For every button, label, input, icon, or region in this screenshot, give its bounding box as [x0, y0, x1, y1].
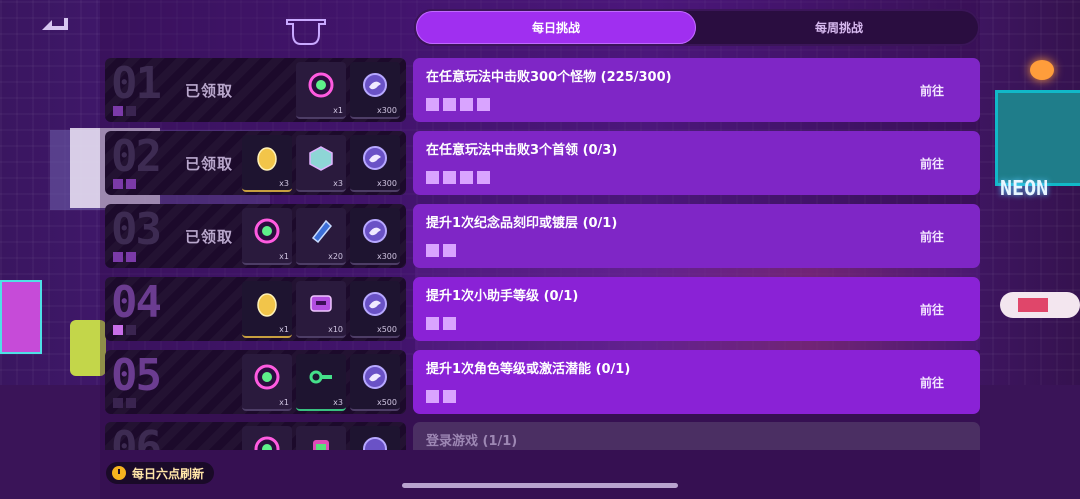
claimed-label: 已领取 — [185, 228, 234, 246]
hanger-ornament-left — [286, 19, 326, 45]
claimed-label: 已领取 — [185, 82, 234, 100]
reward-panel: 03 已领取 x1 x20 x300 — [105, 204, 406, 268]
reward-slot[interactable]: x3 — [296, 135, 346, 192]
go-button[interactable]: 前往 — [920, 155, 944, 172]
target-chip-icon — [308, 72, 334, 98]
go-button[interactable]: 前往 — [920, 228, 944, 245]
refresh-timer-badge: 每日六点刷新 — [106, 462, 215, 484]
reward-slot[interactable]: x1 — [296, 62, 346, 119]
duck-coin-icon — [363, 365, 387, 389]
reward-slot[interactable]: x3 — [242, 135, 292, 192]
row-number: 04 — [111, 277, 162, 328]
task-panel: 提升1次小助手等级 (0/1) 前往 — [413, 277, 980, 341]
reward-slot[interactable]: x1 — [242, 208, 292, 265]
reward-slot[interactable]: x1 — [242, 281, 292, 338]
duck-coin-icon — [363, 292, 387, 316]
reward-slot[interactable]: x20 — [296, 208, 346, 265]
target-chip-icon — [254, 218, 280, 244]
target-chip-icon — [254, 436, 280, 450]
reward-slot[interactable]: x3 — [296, 354, 346, 411]
challenge-row: 05 x1 x3 x500 提升1次角色等级或激活潜能 (0/1) 前往 — [105, 350, 980, 414]
reward-slot[interactable]: x10 — [296, 281, 346, 338]
task-title: 在任意玩法中击败300个怪物 (225/300) — [426, 70, 672, 85]
reward-panel: 04 x1 x10 x500 — [105, 277, 406, 341]
blue-shard-icon — [311, 219, 333, 244]
green-key-icon — [309, 370, 332, 384]
reward-slot[interactable]: x500 — [350, 354, 400, 411]
crystal-cube-icon — [309, 146, 333, 171]
challenge-row: 03 已领取 x1 x20 x300 提升1次纪念品刻印或镀层 (0/1) 前往 — [105, 204, 980, 268]
home-indicator[interactable] — [402, 483, 678, 488]
tab-daily[interactable]: 每日挑战 — [416, 11, 696, 44]
green-skull-icon — [313, 440, 329, 450]
reward-slot[interactable]: x300 — [350, 208, 400, 265]
tab-weekly[interactable]: 每周挑战 — [699, 11, 979, 44]
challenge-row: 02 已领取 x3 x3 x300 在任意玩法中击败3个首领 (0/3) 前往 — [105, 131, 980, 195]
task-panel: 提升1次角色等级或激活潜能 (0/1) 前往 — [413, 350, 980, 414]
fish-decoration — [1000, 292, 1080, 318]
row-number: 03 — [111, 204, 162, 255]
clock-icon — [112, 466, 126, 480]
task-title: 提升1次角色等级或激活潜能 (0/1) — [426, 362, 631, 377]
challenge-row: 04 x1 x10 x500 提升1次小助手等级 (0/1) 前往 — [105, 277, 980, 341]
back-arrow-icon — [42, 18, 68, 30]
task-title: 提升1次小助手等级 (0/1) — [426, 289, 579, 304]
reward-slot[interactable]: x300 — [350, 135, 400, 192]
row-number: 06 — [111, 422, 162, 451]
golden-egg-icon — [257, 293, 277, 317]
reward-slot[interactable] — [350, 426, 400, 450]
task-panel: 提升1次纪念品刻印或镀层 (0/1) 前往 — [413, 204, 980, 268]
reward-slot[interactable]: x300 — [350, 62, 400, 119]
task-title: 在任意玩法中击败3个首领 (0/3) — [426, 143, 618, 158]
neon-sign: NEON — [1000, 176, 1049, 200]
reward-panel: 05 x1 x3 x500 — [105, 350, 406, 414]
task-title: 提升1次纪念品刻印或镀层 (0/1) — [426, 216, 618, 231]
go-button[interactable]: 前往 — [920, 374, 944, 391]
target-chip-icon — [254, 364, 280, 390]
duck-coin-icon — [363, 73, 387, 97]
row-number: 02 — [111, 131, 162, 182]
go-button[interactable]: 前往 — [920, 301, 944, 318]
task-panel: 登录游戏 (1/1) — [413, 422, 980, 450]
challenge-row: 01 已领取 x1 x300 在任意玩法中击败300个怪物 (225/300) … — [105, 58, 980, 122]
challenge-tabs: 每日挑战 每周挑战 — [414, 9, 980, 46]
challenge-row: 06 登录游戏 (1/1) — [105, 422, 980, 450]
golden-egg-icon — [257, 147, 277, 171]
reward-slot[interactable]: x1 — [242, 354, 292, 411]
duck-coin-icon — [363, 146, 387, 170]
arcade-machine — [995, 90, 1080, 186]
duck-coin-icon — [363, 219, 387, 243]
reward-panel: 01 已领取 x1 x300 — [105, 58, 406, 122]
refresh-label: 每日六点刷新 — [132, 466, 205, 481]
chat-box-icon — [310, 295, 332, 312]
challenge-list[interactable]: 01 已领取 x1 x300 在任意玩法中击败300个怪物 (225/300) … — [105, 58, 980, 450]
reward-slot[interactable] — [296, 426, 346, 450]
reward-slot[interactable] — [242, 426, 292, 450]
duck-coin-icon — [363, 437, 387, 450]
reward-panel: 02 已领取 x3 x3 x300 — [105, 131, 406, 195]
left-machine — [0, 280, 42, 354]
claimed-label: 已领取 — [185, 155, 234, 173]
row-number: 01 — [111, 58, 162, 109]
go-button[interactable]: 前往 — [920, 82, 944, 99]
row-number: 05 — [111, 350, 162, 401]
back-button[interactable] — [40, 16, 70, 36]
reward-panel: 06 — [105, 422, 406, 450]
reward-slot[interactable]: x500 — [350, 281, 400, 338]
task-title: 登录游戏 (1/1) — [426, 434, 518, 449]
task-panel: 在任意玩法中击败300个怪物 (225/300) 前往 — [413, 58, 980, 122]
task-panel: 在任意玩法中击败3个首领 (0/3) 前往 — [413, 131, 980, 195]
